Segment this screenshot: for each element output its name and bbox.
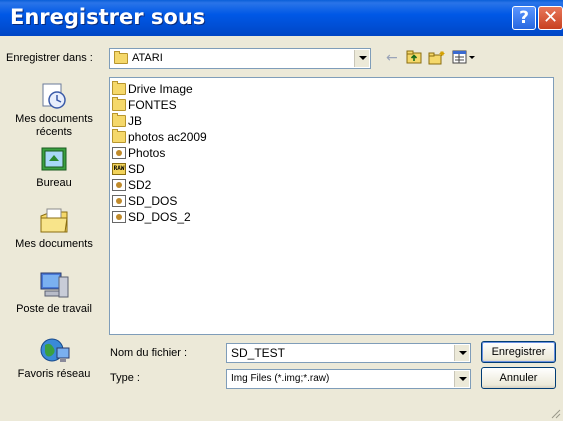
filename-label: Nom du fichier : <box>110 347 188 359</box>
list-item[interactable]: RAW SD <box>112 161 145 177</box>
folder-icon <box>112 113 126 127</box>
place-label: Favoris réseau <box>17 368 91 380</box>
list-item[interactable]: FONTES <box>112 97 177 113</box>
place-recent-documents[interactable]: Mes documents récents <box>3 81 105 139</box>
list-item[interactable]: Drive Image <box>112 81 193 97</box>
list-item[interactable]: Photos <box>112 145 165 161</box>
filename-input[interactable]: SD_TEST <box>226 343 471 363</box>
place-network[interactable]: Favoris réseau <box>3 336 105 381</box>
save-in-value: ATARI <box>132 52 163 64</box>
folder-icon <box>114 51 128 64</box>
filetype-value: Img Files (*.img;*.raw) <box>231 373 330 384</box>
chevron-down-icon[interactable] <box>454 371 469 387</box>
image-file-icon <box>112 147 126 159</box>
file-name: SD2 <box>128 178 152 192</box>
filetype-label: Type : <box>110 372 140 384</box>
dialog-title: Enregistrer sous <box>10 5 206 29</box>
list-item[interactable]: SD2 <box>112 177 151 193</box>
chevron-down-icon[interactable] <box>354 50 369 67</box>
place-label: Mes documents récents <box>15 113 93 138</box>
view-menu-icon[interactable] <box>452 50 478 68</box>
close-button[interactable]: ✕ <box>538 6 563 30</box>
save-button[interactable]: Enregistrer <box>481 341 556 363</box>
list-item[interactable]: SD_DOS_2 <box>112 209 191 225</box>
file-name: JB <box>128 114 143 128</box>
title-bar[interactable]: Enregistrer sous ? ✕ <box>0 0 563 36</box>
place-label: Poste de travail <box>16 303 92 315</box>
file-list[interactable]: Drive Image FONTES JB photos ac2009 Phot… <box>109 77 554 335</box>
file-name: photos ac2009 <box>128 130 207 144</box>
image-file-icon <box>112 195 126 207</box>
my-documents-icon <box>37 206 71 236</box>
place-my-computer[interactable]: Poste de travail <box>3 271 105 316</box>
recent-documents-icon <box>37 81 71 111</box>
file-name: Photos <box>128 146 166 160</box>
file-name: SD_DOS <box>128 194 178 208</box>
folder-icon <box>112 97 126 111</box>
filetype-dropdown[interactable]: Img Files (*.img;*.raw) <box>226 369 471 389</box>
folder-icon <box>112 129 126 143</box>
chevron-down-icon[interactable] <box>454 345 469 361</box>
help-button[interactable]: ? <box>512 6 536 30</box>
new-folder-icon[interactable] <box>428 50 446 69</box>
save-as-dialog: Enregistrer sous ? ✕ Enregistrer dans : … <box>0 0 563 421</box>
raw-file-icon: RAW <box>112 163 126 175</box>
folder-icon <box>112 81 126 95</box>
place-label: Mes documents <box>15 238 93 250</box>
up-folder-icon[interactable] <box>406 50 422 68</box>
place-my-documents[interactable]: Mes documents <box>3 194 105 251</box>
image-file-icon <box>112 179 126 191</box>
cancel-button[interactable]: Annuler <box>481 367 556 389</box>
list-item[interactable]: JB <box>112 113 142 129</box>
file-name: SD <box>128 162 145 176</box>
save-in-dropdown[interactable]: ATARI <box>109 48 371 69</box>
my-computer-icon <box>37 271 71 301</box>
save-in-label: Enregistrer dans : <box>6 52 93 64</box>
file-name: Drive Image <box>128 82 193 96</box>
desktop-icon <box>37 145 71 175</box>
image-file-icon <box>112 211 126 223</box>
place-label: Bureau <box>36 177 72 189</box>
place-desktop[interactable]: Bureau <box>3 145 105 190</box>
list-item[interactable]: photos ac2009 <box>112 129 207 145</box>
file-name: SD_DOS_2 <box>128 210 191 224</box>
list-item[interactable]: SD_DOS <box>112 193 177 209</box>
network-places-icon <box>37 336 71 366</box>
filename-value: SD_TEST <box>231 346 286 360</box>
resize-grip-icon[interactable] <box>549 407 561 419</box>
file-name: FONTES <box>128 98 177 112</box>
back-icon[interactable]: ← <box>386 50 398 66</box>
